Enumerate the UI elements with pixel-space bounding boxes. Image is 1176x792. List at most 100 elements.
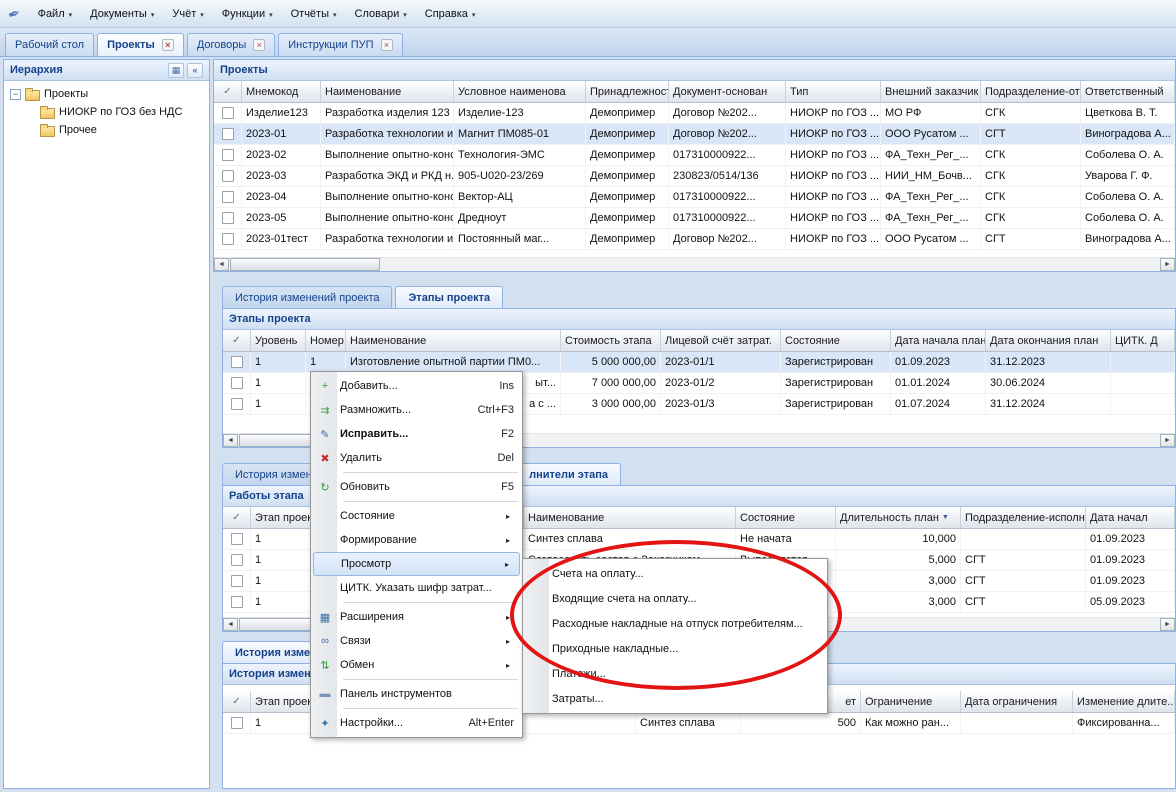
- context-menu-item[interactable]: Формирование▸: [313, 528, 520, 552]
- column-header[interactable]: Подразделение-от: [981, 81, 1081, 102]
- column-header[interactable]: Лицевой счёт затрат.: [661, 330, 781, 351]
- context-menu-item[interactable]: ⇅Обмен▸: [313, 653, 520, 677]
- select-all-checkbox-header[interactable]: ✓: [214, 81, 242, 102]
- column-header[interactable]: Ответственный: [1081, 81, 1175, 102]
- context-menu-item[interactable]: ▬Панель инструментов: [313, 682, 520, 706]
- column-header[interactable]: ЦИТК. Д: [1111, 330, 1175, 351]
- row-checkbox[interactable]: [231, 575, 243, 587]
- row-checkbox[interactable]: [222, 128, 234, 140]
- column-header[interactable]: Наименование: [321, 81, 454, 102]
- context-menu-item[interactable]: ✦Настройки...Alt+Enter: [313, 711, 520, 735]
- select-all-checkbox-header[interactable]: ✓: [223, 691, 251, 712]
- column-header[interactable]: Дата начал: [1086, 507, 1175, 528]
- column-header[interactable]: Номер: [306, 330, 346, 351]
- column-header[interactable]: Уровень: [251, 330, 306, 351]
- columns-icon[interactable]: ▦: [168, 63, 184, 78]
- table-row[interactable]: 2023-05Выполнение опытно-конс...Дредноут…: [214, 208, 1175, 229]
- main-tab[interactable]: Инструкции ПУП×: [278, 33, 402, 56]
- main-tab[interactable]: Проекты×: [97, 33, 184, 56]
- column-header[interactable]: Подразделение-исполнитель..: [961, 507, 1086, 528]
- column-header[interactable]: Стоимость этапа: [561, 330, 661, 351]
- column-header[interactable]: Условное наименова: [454, 81, 586, 102]
- context-menu-item[interactable]: ▦Расширения▸: [313, 605, 520, 629]
- menubar-item[interactable]: Функции▾: [213, 4, 282, 24]
- section-tab[interactable]: История изменений проекта: [222, 286, 392, 308]
- context-menu-item[interactable]: +Добавить...Ins: [313, 374, 520, 398]
- context-menu-item[interactable]: Просмотр▸: [313, 552, 520, 576]
- collapse-panel-icon[interactable]: «: [187, 63, 203, 78]
- row-checkbox[interactable]: [231, 717, 243, 729]
- table-row[interactable]: 2023-04Выполнение опытно-конс...Вектор-А…: [214, 187, 1175, 208]
- scroll-track[interactable]: [229, 258, 1160, 271]
- column-header[interactable]: Состояние: [781, 330, 891, 351]
- context-menu-item[interactable]: Приходные накладные...: [525, 636, 825, 661]
- table-row[interactable]: 2023-03Разработка ЭКД и РКД н...905-U020…: [214, 166, 1175, 187]
- menubar-item[interactable]: Документы▾: [81, 4, 163, 24]
- menubar-item[interactable]: Учёт▾: [163, 4, 212, 24]
- menubar-item[interactable]: Словари▾: [346, 4, 416, 24]
- column-header[interactable]: Документ-основан: [669, 81, 786, 102]
- select-all-checkbox-header[interactable]: ✓: [223, 330, 251, 351]
- main-tab[interactable]: Рабочий стол: [5, 33, 94, 56]
- row-checkbox[interactable]: [231, 533, 243, 545]
- projects-hscrollbar[interactable]: ◄ ►: [214, 257, 1175, 271]
- scroll-left-icon[interactable]: ◄: [214, 258, 229, 271]
- row-checkbox[interactable]: [222, 170, 234, 182]
- tree-node[interactable]: −Проекты: [6, 85, 207, 103]
- table-row[interactable]: Изделие123Разработка изделия 123Изделие-…: [214, 103, 1175, 124]
- table-row[interactable]: 2023-02Выполнение опытно-конс...Технолог…: [214, 145, 1175, 166]
- row-checkbox[interactable]: [231, 554, 243, 566]
- select-all-checkbox-header[interactable]: ✓: [223, 507, 251, 528]
- scroll-right-icon[interactable]: ►: [1160, 618, 1175, 631]
- column-header[interactable]: Дата ограничения: [961, 691, 1073, 712]
- table-row[interactable]: 11Изготовление опытной партии ПМ0...5 00…: [223, 352, 1175, 373]
- row-checkbox[interactable]: [231, 356, 243, 368]
- column-header[interactable]: Изменение длите...: [1073, 691, 1175, 712]
- context-menu-item[interactable]: Расходные накладные на отпуск потребител…: [525, 611, 825, 636]
- column-header[interactable]: Наименование: [346, 330, 561, 351]
- row-checkbox[interactable]: [222, 233, 234, 245]
- menubar-item[interactable]: Отчёты▾: [282, 4, 346, 24]
- row-checkbox[interactable]: [231, 398, 243, 410]
- context-menu-item[interactable]: ∞Связи▸: [313, 629, 520, 653]
- row-checkbox[interactable]: [231, 377, 243, 389]
- context-menu-item[interactable]: Входящие счета на оплату...: [525, 586, 825, 611]
- context-menu-item[interactable]: ✎Исправить...F2: [313, 422, 520, 446]
- table-row[interactable]: 2023-01тестРазработка технологии и...Пос…: [214, 229, 1175, 250]
- context-menu-item[interactable]: ⇉Размножить...Ctrl+F3: [313, 398, 520, 422]
- row-checkbox[interactable]: [222, 191, 234, 203]
- menubar-item[interactable]: Файл▾: [29, 4, 82, 24]
- column-header[interactable]: Тип: [786, 81, 881, 102]
- column-header[interactable]: Длительность план▼: [836, 507, 961, 528]
- scroll-left-icon[interactable]: ◄: [223, 618, 238, 631]
- column-header[interactable]: Наименование: [524, 507, 736, 528]
- context-menu-item[interactable]: Платежи...: [525, 661, 825, 686]
- column-header[interactable]: Внешний заказчик: [881, 81, 981, 102]
- scroll-right-icon[interactable]: ►: [1160, 434, 1175, 447]
- scroll-right-icon[interactable]: ►: [1160, 258, 1175, 271]
- context-menu-item[interactable]: Затраты...: [525, 686, 825, 711]
- context-menu-item[interactable]: ЦИТК. Указать шифр затрат...: [313, 576, 520, 600]
- column-header[interactable]: Принадлежность: [586, 81, 669, 102]
- context-menu-item[interactable]: ↻ОбновитьF5: [313, 475, 520, 499]
- row-checkbox[interactable]: [222, 107, 234, 119]
- menubar-item[interactable]: Справка▾: [416, 4, 485, 24]
- scroll-thumb[interactable]: [230, 258, 380, 271]
- table-row[interactable]: 2023-01Разработка технологии и...Магнит …: [214, 124, 1175, 145]
- tab-close-icon[interactable]: ×: [381, 39, 393, 51]
- column-header[interactable]: Мнемокод: [242, 81, 321, 102]
- column-header[interactable]: Состояние: [736, 507, 836, 528]
- scroll-left-icon[interactable]: ◄: [223, 434, 238, 447]
- tree-node[interactable]: НИОКР по ГОЗ без НДС: [6, 103, 207, 121]
- column-header[interactable]: Ограничение: [861, 691, 961, 712]
- context-menu-item[interactable]: Состояние▸: [313, 504, 520, 528]
- section-tab[interactable]: Этапы проекта: [395, 286, 503, 308]
- context-menu-item[interactable]: Счета на оплату...: [525, 561, 825, 586]
- main-tab[interactable]: Договоры×: [187, 33, 275, 56]
- context-menu-item[interactable]: ✖УдалитьDel: [313, 446, 520, 470]
- tab-close-icon[interactable]: ×: [253, 39, 265, 51]
- row-checkbox[interactable]: [222, 212, 234, 224]
- tab-close-icon[interactable]: ×: [162, 39, 174, 51]
- column-header[interactable]: Дата начала план: [891, 330, 986, 351]
- column-header[interactable]: Дата окончания план: [986, 330, 1111, 351]
